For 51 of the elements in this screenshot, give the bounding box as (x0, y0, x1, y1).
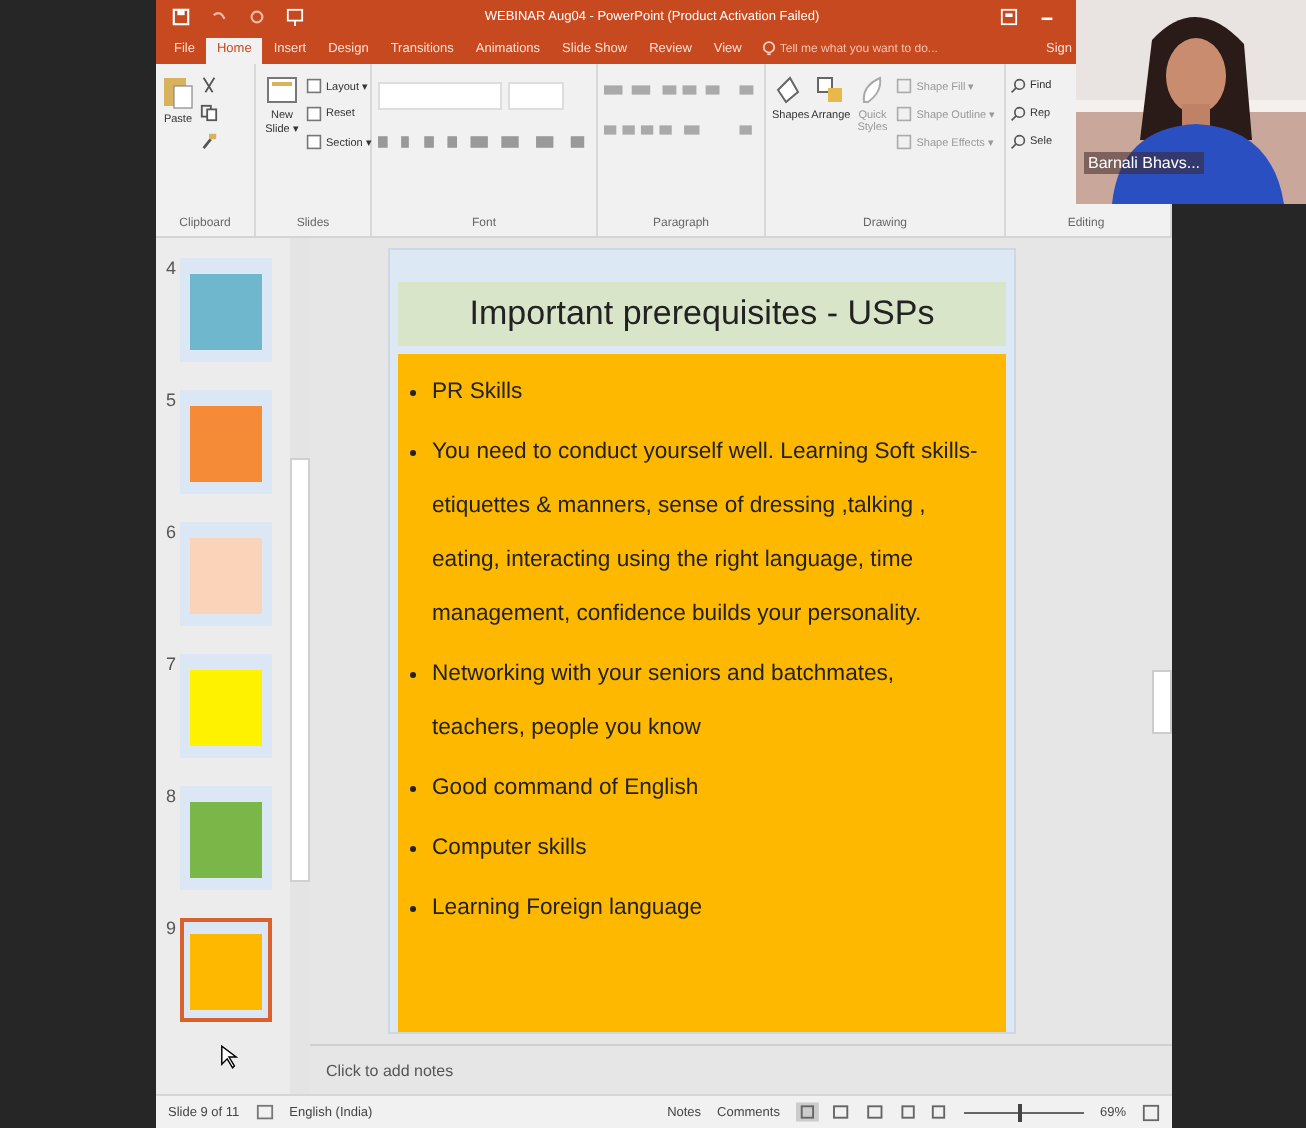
slide-number: 7 (163, 654, 176, 674)
slide-number: 4 (163, 258, 176, 278)
clipboard-icon (162, 74, 194, 110)
list-icons[interactable] (604, 82, 758, 98)
slide-thumbnail[interactable] (180, 786, 272, 890)
font-size-field[interactable] (508, 82, 564, 110)
redo-icon[interactable] (248, 7, 266, 25)
slide-thumbnail[interactable] (180, 390, 272, 494)
bullet-dot (410, 786, 416, 792)
slide-number: 5 (163, 390, 176, 410)
mouse-cursor-icon (220, 1044, 238, 1070)
bullet-dot (410, 450, 416, 456)
lightbulb-icon (761, 40, 776, 58)
slideshow-icon[interactable] (286, 7, 304, 25)
bullet-text: You need to conduct yourself well. Learning Soft skills- etiquettes & manners, sense of dressing ,talking , eating, interacting using the right language, time management, confidence builds your personality. (432, 438, 980, 630)
bullet-dot (410, 906, 416, 912)
slide-number: 9 (163, 918, 176, 938)
undo-icon[interactable] (210, 7, 228, 25)
bullet-dot (410, 672, 416, 678)
slide-title: Important prerequisites - USPs (398, 282, 1006, 346)
search-icon (1010, 106, 1026, 122)
bullet-text: Learning Foreign language (432, 894, 703, 924)
bullet-dot (410, 846, 416, 852)
participant-name: Barnali Bhavs... (1084, 152, 1205, 174)
slide-number: 8 (163, 786, 176, 806)
view-buttons-icons[interactable] (795, 1102, 948, 1122)
scissors-icon[interactable] (200, 76, 218, 94)
alignment-icons[interactable] (604, 122, 758, 138)
slide-thumbnail[interactable] (180, 258, 272, 362)
scrollbar[interactable] (1152, 669, 1172, 733)
bullet-dot (410, 390, 416, 396)
arrange-icon (814, 74, 847, 106)
slide-number: 6 (163, 522, 176, 542)
search-icon (1010, 78, 1026, 94)
scrollbar[interactable] (290, 238, 310, 1094)
search-icon (1010, 134, 1026, 150)
save-icon[interactable] (172, 7, 190, 25)
bullet-text: Networking with your seniors and batchmates, teachers, people you know (432, 660, 897, 744)
slide-thumbnail[interactable] (180, 654, 272, 758)
slide-thumbnail[interactable] (180, 918, 272, 1022)
font-name-field[interactable] (378, 82, 502, 110)
fit-to-window-icon[interactable] (1142, 1103, 1160, 1121)
bullet-text: Computer skills (432, 834, 587, 864)
slide-thumbnail[interactable] (180, 522, 272, 626)
bullet-text: PR Skills (432, 378, 523, 408)
copy-icon[interactable] (200, 104, 218, 122)
ribbon-display-icon[interactable] (1000, 7, 1018, 25)
notes-field[interactable]: Click to add notes (326, 1061, 546, 1079)
bullet-text: Good command of English (432, 774, 699, 804)
slide-icon (266, 74, 298, 106)
font-formatting-icons[interactable] (378, 134, 590, 150)
